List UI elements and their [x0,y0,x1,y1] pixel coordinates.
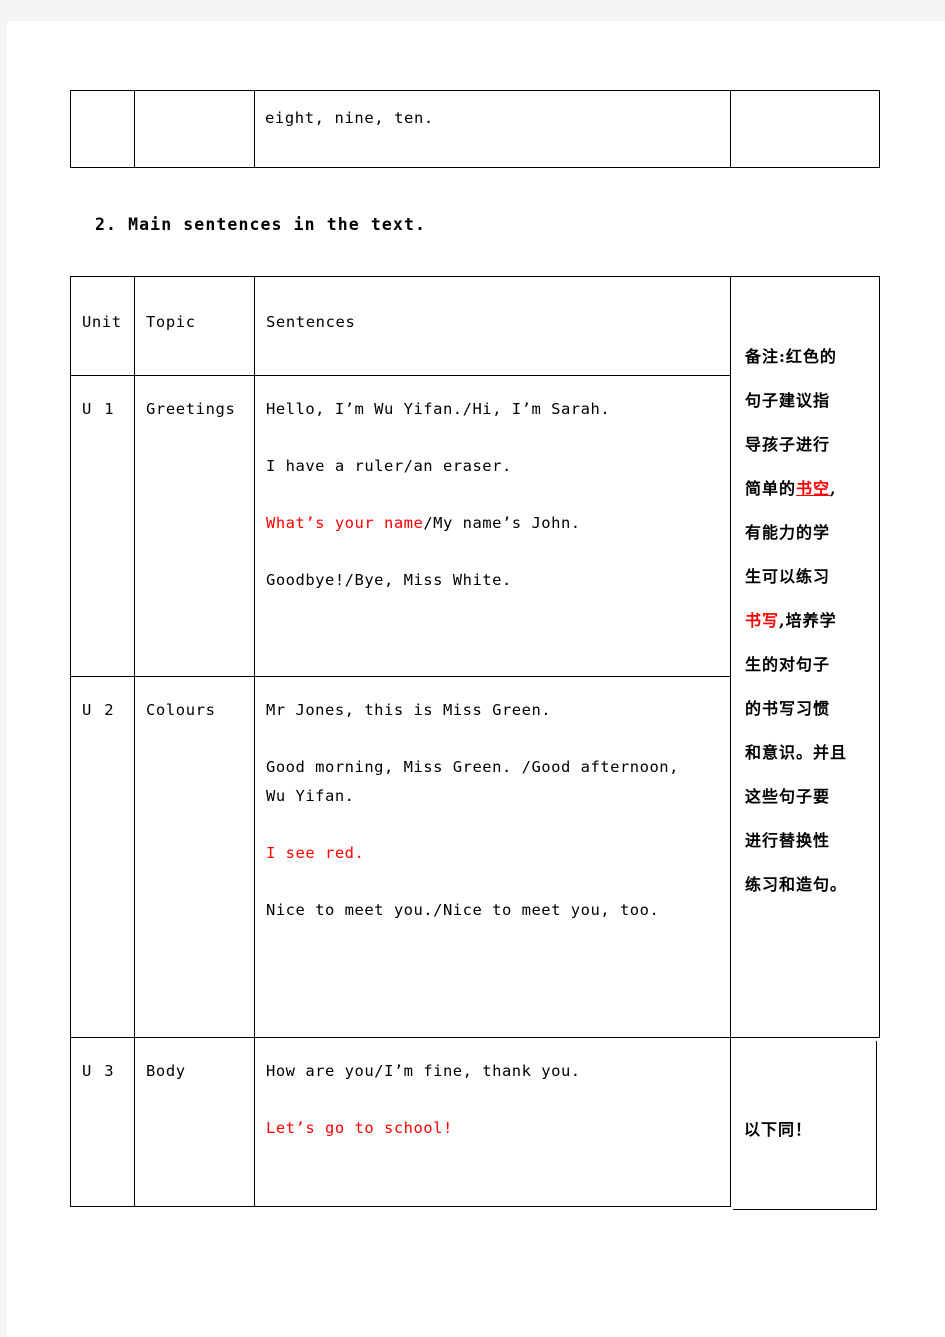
row-sentences-cell: Hello, I’m Wu Yifan./Hi, I’m Sarah. I ha… [254,375,731,677]
row-sentences-cell: Mr Jones, this is Miss Green. Good morni… [254,676,731,1038]
sentences-list: How are you/I’m fine, thank you. Let’s g… [255,1038,730,1137]
sentence-line: I have a ruler/an eraser. [266,457,730,475]
sentence-text-red: What’s your name [266,514,424,532]
sentence-line-red: Let’s go to school! [266,1119,453,1137]
note-line: 生可以练习 [745,555,879,599]
header-cell-unit: Unit [70,276,135,376]
note-seg: 生可以练习 [745,567,831,586]
note-line: 的书写习惯 [745,687,879,731]
row-topic-cell: Greetings [134,375,255,677]
note-seg-highlight: 书空 [796,479,831,498]
note-seg: 的书写习惯 [745,699,831,718]
sentence-line: Wu Yifan. [266,787,355,805]
note-line: 进行替换性 [745,819,879,863]
header-label-topic: Topic [146,313,196,331]
row-unit-cell: U 2 [70,676,135,1038]
document-page: eight, nine, ten. 2. Main sentences in t… [7,21,945,1337]
sentence-line: Hello, I’m Wu Yifan./Hi, I’m Sarah. [266,400,611,418]
sentence-text: /My name’s John. [423,514,581,532]
row-topic-cell: Body [134,1037,255,1207]
row-topic-cell: Colours [134,676,255,1038]
top-table-topic-text [135,91,254,109]
note-line: 有能力的学 [745,511,879,555]
notes-footer-text: 以下同！ [744,1120,813,1139]
note-seg: 生的对句子 [745,655,831,674]
top-table-note-cell [730,90,880,168]
note-seg: 进行替换性 [745,831,831,850]
top-continuation-table: eight, nine, ten. [70,90,880,168]
top-table-topic-cell [134,90,255,168]
header-label-unit: Unit [82,313,122,331]
topic-label: Body [146,1062,186,1080]
topic-label: Greetings [146,400,236,418]
sentence-line-red: I see red. [266,844,365,862]
row-sentences-cell: How are you/I’m fine, thank you. Let’s g… [254,1037,731,1207]
top-table-sentences-text: eight, nine, ten. [265,109,434,127]
note-seg: 有能力的学 [745,523,831,542]
note-seg-highlight: 书写 [745,611,780,630]
note-line: 简单的书空, [745,467,879,511]
topic-label: Colours [146,701,216,719]
note-seg: ,培养学 [779,611,837,630]
note-seg: 备注:红色的 [745,347,837,366]
note-line: 句子建议指 [745,379,879,423]
note-line: 生的对句子 [745,643,879,687]
unit-label: U 3 [82,1062,116,1080]
header-cell-sentences: Sentences [254,276,731,376]
note-seg: 这些句子要 [745,787,831,806]
sentence-line: How are you/I’m fine, thank you. [266,1062,581,1080]
section-heading: 2. Main sentences in the text. [95,215,427,234]
sentence-line: Goodbye!/Bye, Miss White. [266,571,512,589]
note-line: 导孩子进行 [745,423,879,467]
unit-label: U 1 [82,400,116,418]
notes-column-cell: 备注:红色的 句子建议指 导孩子进行 简单的书空, 有能力的学 生可以练习 书写… [730,276,880,1038]
note-seg: , [830,479,837,498]
note-line: 备注:红色的 [745,335,879,379]
note-line: 书写,培养学 [745,599,879,643]
note-line: 练习和造句。 [745,863,879,907]
table-header-row: Unit Topic Sentences 备注:红色的 句子建议指 导孩子进行 … [70,276,880,1038]
notes-footer-wrapper: 以下同！ [744,1116,812,1140]
sentence-line: Mr Jones, this is Miss Green. [266,701,552,719]
header-label-sentences: Sentences [266,313,356,331]
notes-column-text: 备注:红色的 句子建议指 导孩子进行 简单的书空, 有能力的学 生可以练习 书写… [731,277,879,907]
sentences-list: Hello, I’m Wu Yifan./Hi, I’m Sarah. I ha… [255,376,730,589]
note-seg: 练习和造句。 [745,875,848,894]
top-table-unit-text [71,91,134,109]
top-table-sentences-cell: eight, nine, ten. [254,90,731,168]
row-unit-cell: U 1 [70,375,135,677]
sentence-line: Good morning, Miss Green. /Good afternoo… [266,758,679,776]
sentence-line: What’s your name/My name’s John. [266,514,730,532]
note-line: 这些句子要 [745,775,879,819]
note-seg: 简单的 [745,479,797,498]
top-table-note-text [731,91,879,109]
sentences-list: Mr Jones, this is Miss Green. Good morni… [255,677,730,919]
note-seg: 和意识。并且 [745,743,848,762]
table-row: eight, nine, ten. [70,90,880,168]
header-cell-topic: Topic [134,276,255,376]
sentence-line: Nice to meet you./Nice to meet you, too. [266,901,660,919]
main-sentences-table: Unit Topic Sentences 备注:红色的 句子建议指 导孩子进行 … [70,276,880,1207]
note-line: 和意识。并且 [745,731,879,775]
note-seg: 句子建议指 [745,391,831,410]
note-seg: 导孩子进行 [745,435,831,454]
unit-label: U 2 [82,701,116,719]
row-unit-cell: U 3 [70,1037,135,1207]
sentence-text: I have a ruler/an eraser. [266,457,512,475]
top-table-unit-cell [70,90,135,168]
